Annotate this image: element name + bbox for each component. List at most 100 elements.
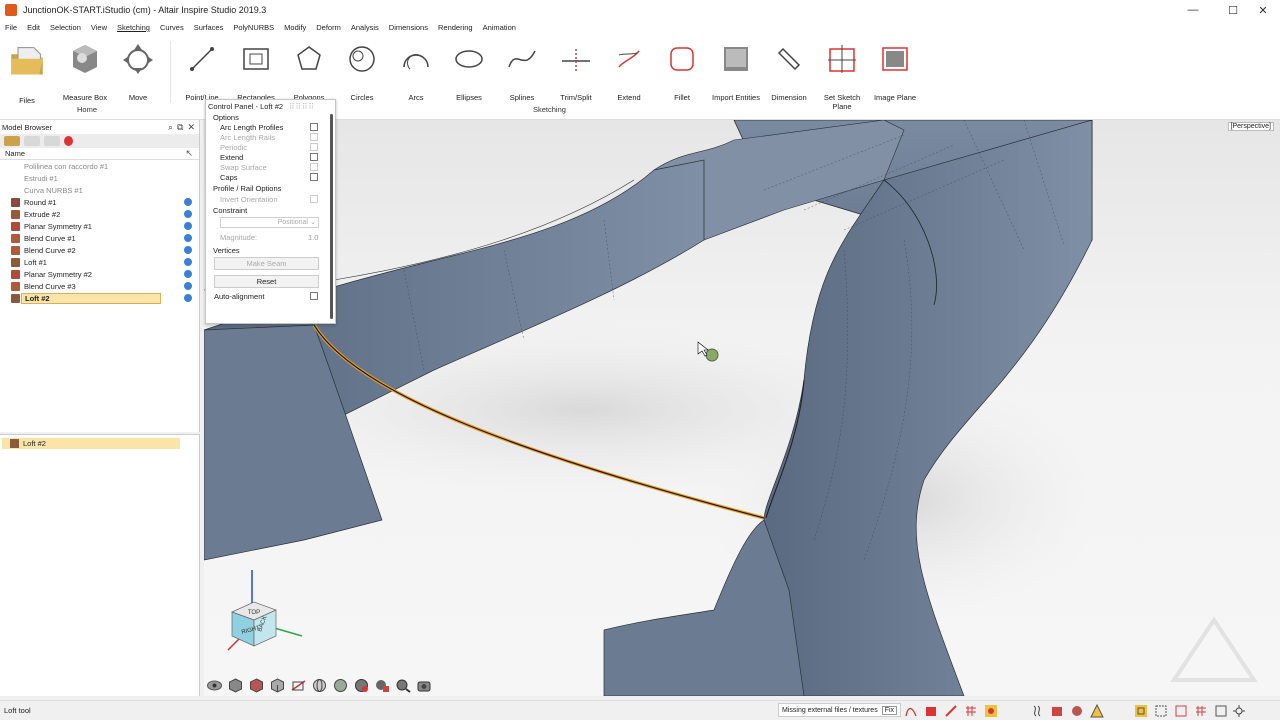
render-icon[interactable]	[353, 678, 370, 693]
splines-tool[interactable]: Splines	[494, 43, 550, 102]
constraint-select[interactable]: Positional ⌄	[220, 217, 319, 228]
tree-item[interactable]: Planar Symmetry #2	[0, 268, 199, 280]
snap-surface-icon[interactable]	[924, 704, 938, 718]
files-tool[interactable]: Files	[0, 43, 55, 105]
snap-grid-icon[interactable]	[964, 704, 978, 718]
select-all-icon[interactable]	[1134, 704, 1148, 718]
tree-item[interactable]: Blend Curve #2	[0, 244, 199, 256]
filter-layers-button[interactable]	[24, 136, 40, 146]
visibility-check-icon[interactable]	[184, 222, 192, 230]
close-panel-icon[interactable]: ✕	[187, 122, 195, 133]
zoom-fit-icon[interactable]	[395, 678, 412, 693]
visibility-check-icon[interactable]	[184, 234, 192, 242]
make-seam-button[interactable]: Make Seam	[214, 257, 319, 270]
magnitude-value[interactable]: 1.0	[308, 233, 318, 242]
filter-cameras-button[interactable]	[64, 136, 73, 146]
trim-split-tool[interactable]: Trim/Split	[548, 43, 604, 102]
view-cube[interactable]: TOP RIGHT BACK	[224, 570, 314, 660]
measure-box-tool[interactable]: Measure Box	[57, 43, 113, 102]
part-icon[interactable]	[1050, 704, 1064, 718]
visibility-check-icon[interactable]	[184, 294, 192, 302]
search-icon[interactable]: ⌕	[168, 122, 173, 133]
menu-view[interactable]: View	[91, 23, 107, 32]
extend-checkbox[interactable]	[310, 153, 318, 161]
undock-icon[interactable]: ⧉	[177, 122, 183, 133]
visibility-check-icon[interactable]	[184, 210, 192, 218]
visibility-check-icon[interactable]	[184, 258, 192, 266]
section-icon[interactable]	[290, 678, 307, 693]
fix-button[interactable]: Fix	[881, 705, 898, 715]
tree-item[interactable]: Extrude #2	[0, 208, 199, 220]
tree-item[interactable]: Polilinea con raccordo #1	[0, 160, 199, 172]
rectangles-tool[interactable]: Rectangles	[228, 43, 284, 102]
snap-edge-icon[interactable]	[944, 704, 958, 718]
tree-item[interactable]: Curva NURBS #1	[0, 184, 199, 196]
close-button[interactable]: ✕	[1246, 0, 1280, 20]
wireframe-icon[interactable]	[269, 678, 286, 693]
menu-edit[interactable]: Edit	[27, 23, 40, 32]
periodic-checkbox[interactable]	[310, 143, 318, 151]
control-panel-scrollbar[interactable]	[330, 114, 333, 319]
ellipses-tool[interactable]: Ellipses	[441, 43, 497, 102]
invert-orientation-checkbox[interactable]	[310, 195, 318, 203]
visibility-check-icon[interactable]	[184, 246, 192, 254]
shaded-cube-icon[interactable]	[248, 678, 265, 693]
move-tool[interactable]: Move	[110, 43, 166, 102]
arcs-tool[interactable]: Arcs	[388, 43, 444, 102]
minimize-button[interactable]: —	[1176, 0, 1210, 20]
snap-point-icon[interactable]	[984, 704, 998, 718]
control-panel-titlebar[interactable]: Control Panel - Loft #2 ⠿⠿⠿⠿	[206, 100, 335, 112]
history-icon[interactable]	[1030, 704, 1044, 718]
arc-length-rails-checkbox[interactable]	[310, 133, 318, 141]
cube-view-icon[interactable]	[227, 678, 244, 693]
menu-deform[interactable]: Deform	[316, 23, 341, 32]
projection-label[interactable]: [Perspective]	[1227, 122, 1274, 131]
menu-animation[interactable]: Animation	[483, 23, 516, 32]
model-geometry[interactable]	[204, 120, 1280, 696]
swap-surface-checkbox[interactable]	[310, 163, 318, 171]
3d-viewport[interactable]: [Perspective] TOP RIGHT BACK	[204, 120, 1280, 696]
set-sketch-plane-tool[interactable]: Set Sketch Plane	[814, 43, 870, 111]
camera-icon[interactable]	[416, 678, 433, 693]
menu-polynurbs[interactable]: PolyNURBS	[233, 23, 274, 32]
select-parts-icon[interactable]	[1174, 704, 1188, 718]
menu-surfaces[interactable]: Surfaces	[194, 23, 224, 32]
maximize-button[interactable]: ☐	[1216, 0, 1250, 20]
settings-icon[interactable]	[1232, 704, 1246, 718]
tree-item[interactable]: Estrudi #1	[0, 172, 199, 184]
reset-button[interactable]: Reset	[214, 275, 319, 288]
select-edges-icon[interactable]	[1214, 704, 1228, 718]
import-entities-tool[interactable]: Import Entities	[708, 43, 764, 102]
grip-icon[interactable]: ⠿⠿⠿⠿	[289, 102, 315, 111]
snap-curve-icon[interactable]	[904, 704, 918, 718]
extend-tool[interactable]: Extend	[601, 43, 657, 102]
tree-item[interactable]: Round #1	[0, 196, 199, 208]
menu-dimensions[interactable]: Dimensions	[389, 23, 428, 32]
visibility-check-icon[interactable]	[184, 282, 192, 290]
dimension-tool[interactable]: Dimension	[761, 43, 817, 102]
property-item-row[interactable]: Loft #2	[2, 438, 180, 449]
name-column-header[interactable]: Name	[5, 149, 25, 158]
arc-length-profiles-checkbox[interactable]	[310, 123, 318, 131]
caps-checkbox[interactable]	[310, 173, 318, 181]
globe-icon[interactable]	[311, 678, 328, 693]
menu-selection[interactable]: Selection	[50, 23, 81, 32]
menu-sketching[interactable]: Sketching	[117, 23, 150, 32]
visibility-check-icon[interactable]	[184, 198, 192, 206]
tree-item[interactable]: Loft #1	[0, 256, 199, 268]
menu-modify[interactable]: Modify	[284, 23, 306, 32]
materials-icon[interactable]	[374, 678, 391, 693]
tools-icon[interactable]	[1070, 704, 1084, 718]
tree-item[interactable]: Loft #2	[0, 292, 199, 304]
filter-parts-button[interactable]	[4, 136, 20, 146]
fillet-tool[interactable]: Fillet	[654, 43, 710, 102]
filter-lights-button[interactable]	[44, 136, 60, 146]
menu-curves[interactable]: Curves	[160, 23, 184, 32]
visibility-check-icon[interactable]	[184, 270, 192, 278]
environment-icon[interactable]	[332, 678, 349, 693]
auto-alignment-checkbox[interactable]	[310, 292, 318, 300]
menu-file[interactable]: File	[5, 23, 17, 32]
warning-icon[interactable]	[1090, 704, 1104, 718]
point-line-tool[interactable]: Point/Line	[174, 43, 230, 102]
tree-item[interactable]: Blend Curve #3	[0, 280, 199, 292]
